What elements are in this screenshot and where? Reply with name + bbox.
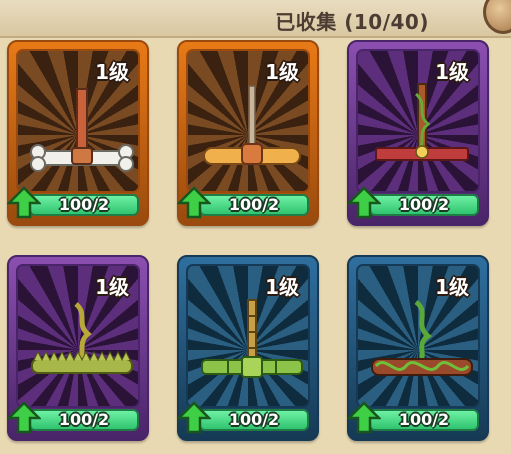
upgrade-arrow-icon[interactable] — [7, 186, 41, 220]
level-label: 1级 — [435, 60, 469, 84]
collection-progress-bar: 100/2 — [29, 194, 139, 216]
card-art-background: 1级 — [186, 49, 310, 193]
collection-progress-text: 100/2 — [228, 195, 280, 214]
level-label: 1级 — [265, 275, 299, 299]
collection-progress-bar: 100/2 — [29, 409, 139, 431]
level-label: 1级 — [265, 60, 299, 84]
collection-progress-bar: 100/2 — [369, 409, 479, 431]
collection-progress-bar: 100/2 — [369, 194, 479, 216]
close-button[interactable] — [483, 0, 511, 34]
upgrade-arrow-icon[interactable] — [347, 186, 381, 220]
card-art-background: 1级 — [356, 264, 480, 408]
collection-header: 已收集 (10/40) — [0, 0, 511, 38]
item-card-thorn-bow[interactable]: 1级 100/2 — [7, 255, 149, 441]
card-art-background: 1级 — [16, 264, 140, 408]
card-art-background: 1级 — [356, 49, 480, 193]
card-art-background: 1级 — [16, 49, 140, 193]
collection-progress-text: 100/2 — [58, 195, 110, 214]
upgrade-arrow-icon[interactable] — [177, 401, 211, 435]
card-art-background: 1级 — [186, 264, 310, 408]
collection-progress-text: 100/2 — [398, 410, 450, 429]
item-card-vine-wood-bow[interactable]: 1级 100/2 — [347, 40, 489, 226]
level-label: 1级 — [95, 60, 129, 84]
collection-progress-text: 100/2 — [58, 410, 110, 429]
collection-progress-text: 100/2 — [398, 195, 450, 214]
item-card-bamboo-bow[interactable]: 1级 100/2 — [177, 255, 319, 441]
item-card-bread-bow[interactable]: 1级 100/2 — [177, 40, 319, 226]
level-label: 1级 — [95, 275, 129, 299]
collection-progress-bar: 100/2 — [199, 409, 309, 431]
collection-progress-text: 100/2 — [228, 410, 280, 429]
item-card-vine-log-bow[interactable]: 1级 100/2 — [347, 255, 489, 441]
upgrade-arrow-icon[interactable] — [7, 401, 41, 435]
collected-count: 已收集 (10/40) — [275, 10, 429, 34]
level-label: 1级 — [435, 275, 469, 299]
upgrade-arrow-icon[interactable] — [347, 401, 381, 435]
item-card-bone-bow[interactable]: 1级 100/2 — [7, 40, 149, 226]
upgrade-arrow-icon[interactable] — [177, 186, 211, 220]
collection-progress-bar: 100/2 — [199, 194, 309, 216]
